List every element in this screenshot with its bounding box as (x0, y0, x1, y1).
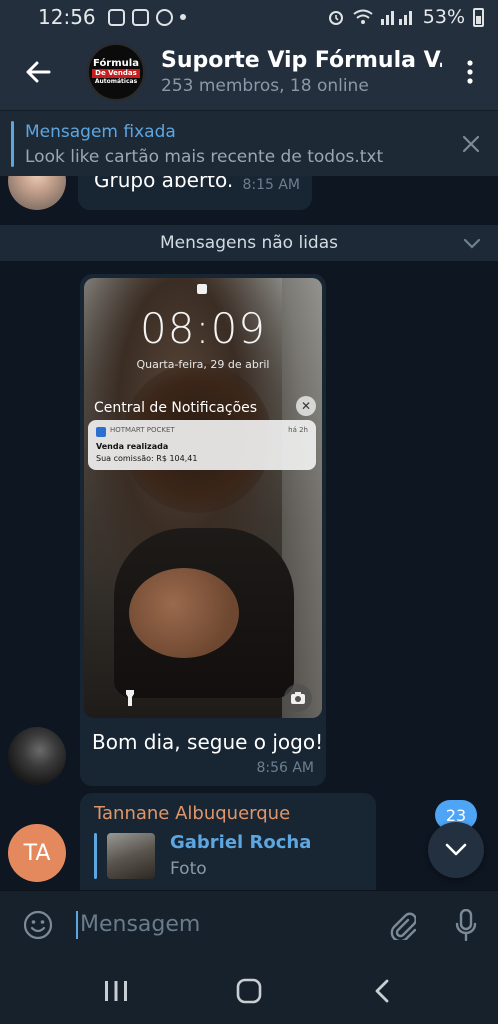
instagram-icon (107, 8, 125, 26)
reply-message-bubble[interactable]: Tannane Albuquerque Gabriel Rocha Foto (80, 793, 376, 890)
system-navigation-bar (0, 958, 498, 1024)
close-pinned-button[interactable] (458, 131, 484, 157)
home-icon (236, 978, 262, 1004)
photo-person-knee (129, 568, 239, 658)
more-menu-button[interactable] (442, 34, 498, 110)
reply-thumbnail (107, 833, 155, 879)
arrow-left-icon (26, 61, 51, 83)
chevron-down-icon[interactable] (462, 233, 482, 257)
chat-header: Fórmula De Vendas Automáticas Suporte Vi… (0, 34, 498, 110)
chat-title-area[interactable]: Suporte Vip Fórmula V... 253 membros, 18… (161, 48, 442, 96)
chevron-left-icon (375, 979, 389, 1003)
battery-icon (473, 7, 484, 27)
pinned-text: Look like cartão mais recente de todos.t… (25, 147, 384, 167)
close-icon: ✕ (296, 396, 316, 416)
message-text: Bom dia, segue o jogo! (92, 730, 324, 754)
group-avatar-logo-line1: Fórmula (93, 58, 139, 69)
voice-message-button[interactable] (434, 891, 498, 959)
emoji-icon (23, 910, 53, 939)
recent-apps-button[interactable] (86, 961, 146, 1021)
message-time: 8:56 AM (256, 760, 314, 776)
message-sender-name[interactable]: Tannane Albuquerque (94, 803, 290, 824)
photo-lockscreen-date: Quarta-feira, 29 de abril (136, 358, 270, 371)
battery-percent: 53% (422, 6, 465, 28)
unread-messages-divider: Mensagens não lidas (0, 225, 498, 261)
flashlight-icon (120, 688, 140, 708)
message-input-wrapper[interactable] (76, 891, 370, 959)
bitcoin-icon (155, 8, 173, 26)
back-button[interactable] (0, 34, 76, 110)
message-input-bar (0, 890, 498, 958)
group-avatar[interactable]: Fórmula De Vendas Automáticas (87, 43, 145, 101)
photo-notification-title: Venda realizada (96, 442, 169, 451)
alarm-icon (328, 11, 343, 25)
reply-media-type: Foto (170, 859, 207, 879)
status-right: 53% (327, 6, 484, 28)
attach-button[interactable] (370, 891, 434, 959)
reply-accent-bar (94, 833, 97, 879)
photo-message-bubble[interactable]: 08:09 Quarta-feira, 29 de abril Central … (80, 274, 326, 786)
photo-notification-app: HOTMART POCKET (110, 426, 175, 434)
photo-notification-text: Sua comissão: R$ 104,41 (96, 454, 198, 463)
wifi-icon (353, 9, 373, 24)
message-text: Grupo aberto. (94, 176, 234, 192)
text-caret (76, 910, 78, 939)
chat-title: Suporte Vip Fórmula V... (161, 48, 442, 73)
chat-members-status: 253 membros, 18 online (161, 76, 369, 96)
recent-apps-icon (105, 981, 128, 1001)
chevron-down-icon (445, 843, 467, 856)
avatar[interactable]: TA (8, 824, 66, 882)
more-vertical-icon (467, 60, 473, 84)
avatar[interactable] (8, 176, 66, 210)
message-list[interactable]: Grupo aberto. 8:15 AM Mensagens não lida… (0, 176, 498, 890)
photo-notification-age: há 2h (288, 426, 308, 434)
status-bar: 12:56 53% (0, 0, 498, 34)
paperclip-icon (390, 912, 416, 940)
more-notifications-dot-icon (179, 14, 186, 20)
gmail-icon (131, 8, 149, 26)
group-avatar-logo-line3: Automáticas (94, 78, 138, 85)
close-icon (463, 136, 479, 152)
lock-icon (197, 284, 207, 294)
message-time: 8:15 AM (242, 177, 300, 193)
message-input[interactable] (80, 912, 370, 937)
group-avatar-logo-line2: De Vendas (92, 69, 140, 78)
message-photo[interactable]: 08:09 Quarta-feira, 29 de abril Central … (84, 278, 322, 718)
hotmart-icon (96, 427, 106, 437)
pinned-message[interactable]: Mensagem fixada Look like cartão mais re… (0, 110, 498, 176)
microphone-icon (455, 908, 477, 941)
status-time: 12:56 (38, 5, 96, 29)
camera-icon (284, 684, 312, 712)
photo-lockscreen-clock: 08:09 (139, 304, 267, 353)
avatar[interactable] (8, 727, 66, 785)
message-bubble[interactable]: Grupo aberto. 8:15 AM (78, 176, 312, 210)
photo-notification-center: Central de Notificações (94, 400, 258, 416)
signal-icon (380, 11, 412, 25)
unread-divider-label: Mensagens não lidas (160, 233, 338, 253)
system-back-button[interactable] (352, 961, 412, 1021)
pinned-accent-bar (11, 121, 14, 167)
home-button[interactable] (219, 961, 279, 1021)
pinned-title: Mensagem fixada (25, 122, 176, 142)
scroll-to-bottom-button[interactable] (428, 822, 484, 878)
reply-author-name[interactable]: Gabriel Rocha (170, 832, 311, 853)
status-notification-icons (107, 8, 186, 26)
emoji-button[interactable] (0, 891, 76, 959)
photo-notification-card: HOTMART POCKET há 2h Venda realizada Sua… (88, 420, 316, 470)
